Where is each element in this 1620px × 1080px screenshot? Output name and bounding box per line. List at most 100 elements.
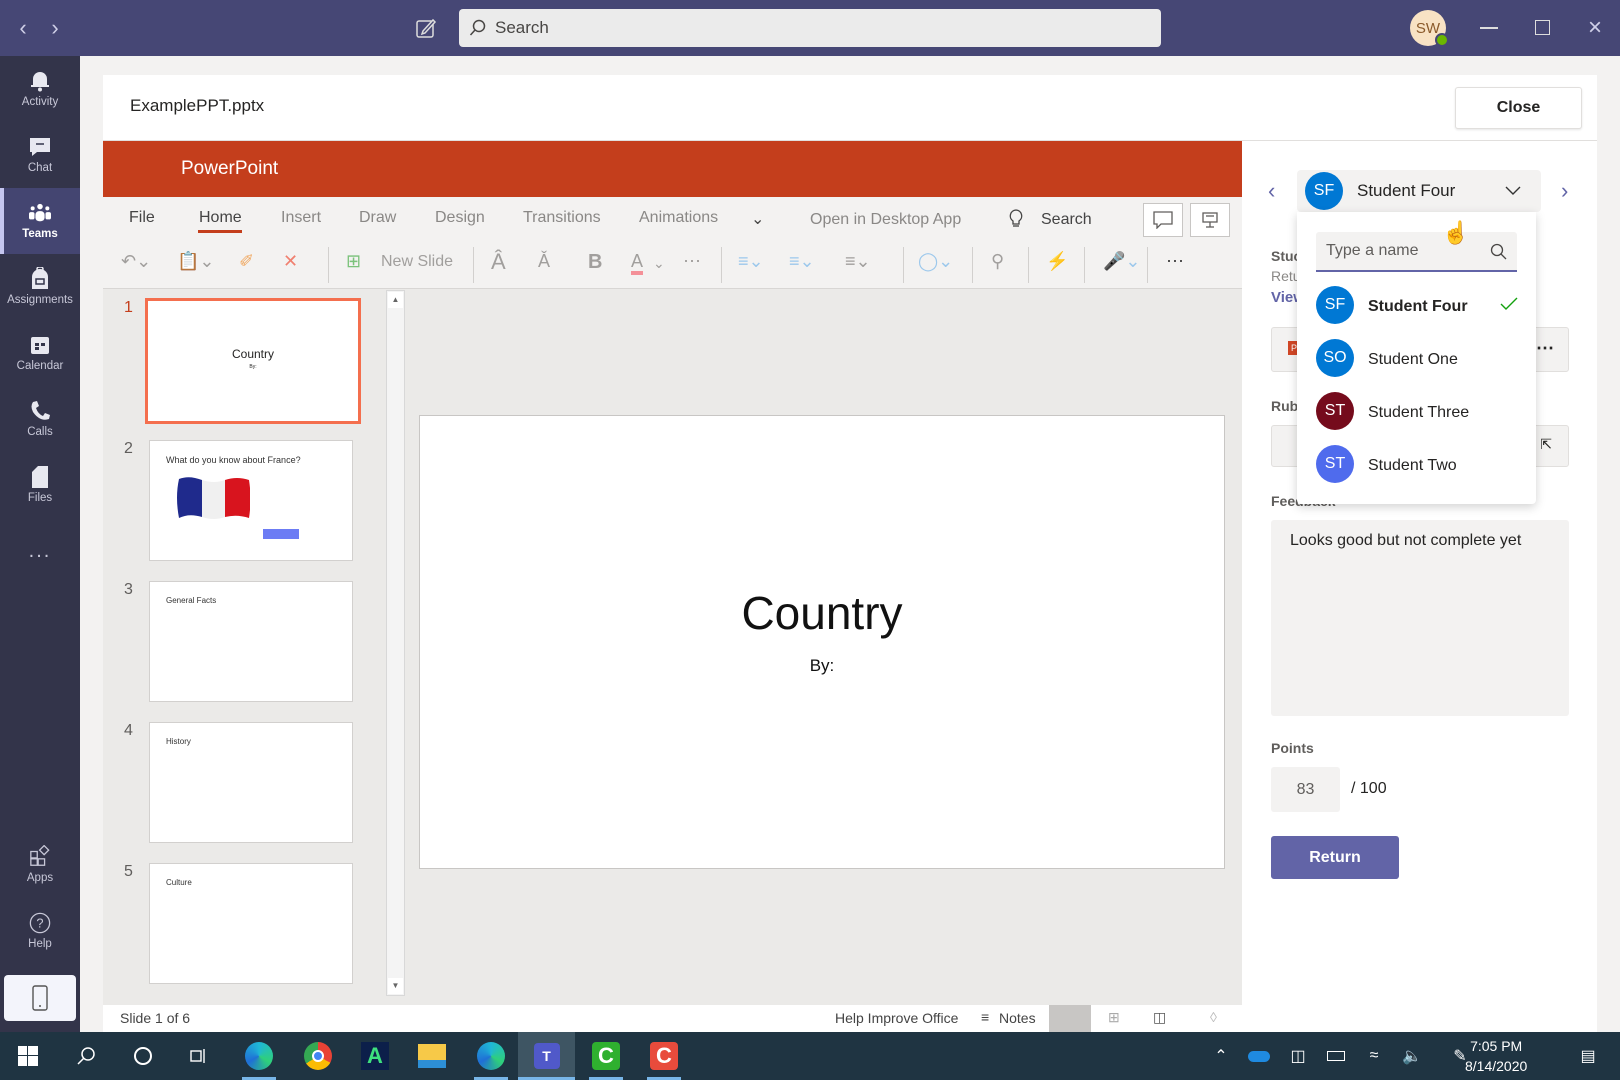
paste-icon[interactable]: 📋⌄: [177, 251, 215, 272]
more-tabs-chevron-icon[interactable]: ⌄: [751, 209, 764, 229]
file-explorer-icon[interactable]: [416, 1040, 448, 1072]
minimize-icon[interactable]: [1480, 27, 1498, 29]
rail-item-apps[interactable]: Apps: [0, 832, 80, 898]
more-options-icon[interactable]: ⋯: [1166, 251, 1184, 272]
onedrive-icon[interactable]: [1243, 1040, 1275, 1072]
rail-item-activity[interactable]: Activity: [0, 56, 80, 122]
scroll-up-icon[interactable]: ▲: [388, 292, 403, 308]
forward-icon[interactable]: ›: [40, 0, 70, 56]
return-button[interactable]: Return: [1271, 836, 1399, 879]
search-input[interactable]: Search: [459, 9, 1161, 47]
next-student-icon[interactable]: ›: [1561, 178, 1568, 204]
increase-font-icon[interactable]: Â: [491, 249, 506, 275]
slide-title[interactable]: Country: [420, 586, 1224, 640]
fit-to-window-icon[interactable]: ◊: [1210, 1009, 1217, 1025]
tab-transitions[interactable]: Transitions: [523, 209, 601, 227]
camtasia-recorder-icon[interactable]: C: [589, 1040, 623, 1080]
windows-start-icon[interactable]: [12, 1040, 44, 1072]
rail-item-help[interactable]: ? Help: [0, 898, 80, 964]
edge-icon[interactable]: [242, 1040, 276, 1080]
slide-thumbnail-2[interactable]: What do you know about France?: [149, 440, 353, 561]
more-font-options-icon[interactable]: ⋯: [683, 251, 701, 272]
close-window-icon[interactable]: ×: [1580, 0, 1610, 56]
slide-sorter-icon[interactable]: ⊞: [1108, 1009, 1120, 1026]
camtasia-icon[interactable]: C: [647, 1040, 681, 1080]
font-color-chevron-icon[interactable]: ⌄: [653, 255, 665, 272]
student-option-student-two[interactable]: ST Student Two: [1316, 445, 1526, 489]
rail-item-assignments[interactable]: Assignments: [0, 254, 80, 320]
tab-draw[interactable]: Draw: [359, 209, 396, 227]
student-selector[interactable]: SF Student Four: [1297, 170, 1541, 212]
slide-subtitle[interactable]: By:: [420, 656, 1224, 676]
sync-icon[interactable]: ◫: [1282, 1040, 1314, 1072]
tab-file[interactable]: File: [129, 209, 155, 227]
tab-insert[interactable]: Insert: [281, 209, 321, 227]
student-option-student-four[interactable]: SF Student Four: [1316, 286, 1526, 330]
rail-item-chat[interactable]: Chat: [0, 122, 80, 188]
dictate-icon[interactable]: 🎤⌄: [1103, 251, 1141, 272]
slide-thumbnail-5[interactable]: Culture: [149, 863, 353, 984]
slide-canvas[interactable]: Country By:: [419, 415, 1225, 869]
tab-animations[interactable]: Animations: [639, 209, 718, 227]
student-option-student-three[interactable]: ST Student Three: [1316, 392, 1526, 436]
reading-view-icon[interactable]: ◫: [1153, 1009, 1166, 1026]
restore-icon[interactable]: [1535, 20, 1550, 35]
rail-item-calls[interactable]: Calls: [0, 386, 80, 452]
cortana-icon[interactable]: [127, 1040, 159, 1072]
normal-view-button[interactable]: [1049, 1005, 1091, 1032]
volume-icon[interactable]: 🔈: [1396, 1040, 1428, 1072]
help-improve-office-link[interactable]: Help Improve Office: [835, 1010, 958, 1026]
show-hidden-icons[interactable]: ⌃: [1205, 1040, 1237, 1072]
mobile-device-button[interactable]: [4, 975, 76, 1021]
teams-taskbar-icon[interactable]: T: [518, 1032, 575, 1080]
wifi-icon[interactable]: ≈: [1358, 1040, 1390, 1072]
close-button[interactable]: Close: [1455, 87, 1582, 129]
taskbar-search-icon[interactable]: [70, 1040, 102, 1072]
battery-icon[interactable]: [1320, 1040, 1352, 1072]
notifications-icon[interactable]: ▤: [1572, 1040, 1604, 1072]
scroll-down-icon[interactable]: ▼: [388, 978, 403, 994]
edge-dev-icon[interactable]: [474, 1040, 508, 1080]
shapes-icon[interactable]: ◯⌄: [918, 251, 953, 272]
expand-icon[interactable]: ⇱: [1540, 436, 1552, 453]
format-painter-icon[interactable]: ✐: [239, 251, 254, 272]
numbering-icon[interactable]: ≡⌄: [789, 251, 815, 272]
notes-button[interactable]: Notes: [999, 1010, 1036, 1026]
slide-thumbnail-3[interactable]: General Facts: [149, 581, 353, 702]
rail-item-files[interactable]: Files: [0, 452, 80, 518]
student-search-input[interactable]: Type a name: [1316, 232, 1517, 272]
find-icon[interactable]: ⚲: [991, 251, 1004, 272]
tab-home[interactable]: Home: [199, 209, 242, 227]
rail-item-calendar[interactable]: Calendar: [0, 320, 80, 386]
tab-design[interactable]: Design: [435, 209, 485, 227]
student-option-student-one[interactable]: SO Student One: [1316, 339, 1526, 383]
system-clock[interactable]: 7:05 PM 8/14/2020: [1465, 1036, 1527, 1076]
thumbnail-scrollbar[interactable]: ▲ ▼: [386, 290, 405, 996]
open-in-desktop-app-link[interactable]: Open in Desktop App: [810, 211, 961, 229]
slide-thumbnail-1[interactable]: Country By:: [145, 298, 361, 424]
undo-icon[interactable]: ↶⌄: [121, 251, 151, 272]
more-apps-icon[interactable]: ...: [0, 518, 80, 584]
rail-item-teams[interactable]: Teams: [0, 188, 80, 254]
designer-icon[interactable]: ⚡: [1046, 251, 1068, 272]
tell-me-search[interactable]: Search: [1041, 211, 1092, 229]
font-color-icon[interactable]: A: [631, 251, 644, 275]
bullets-icon[interactable]: ≡⌄: [738, 251, 764, 272]
feedback-textarea[interactable]: Looks good but not complete yet: [1271, 520, 1569, 716]
chrome-icon[interactable]: [302, 1040, 334, 1072]
comments-button[interactable]: [1143, 203, 1183, 237]
bold-icon[interactable]: B: [588, 251, 602, 274]
align-icon[interactable]: ≡⌄: [845, 251, 871, 272]
slide-thumbnail-4[interactable]: History: [149, 722, 353, 843]
points-input[interactable]: 83: [1271, 767, 1340, 812]
previous-student-icon[interactable]: ‹: [1268, 178, 1275, 204]
new-slide-button[interactable]: New Slide: [381, 253, 453, 271]
delete-icon[interactable]: ✕: [283, 251, 298, 272]
attachment-more-icon[interactable]: ⋯: [1536, 338, 1554, 359]
decrease-font-icon[interactable]: Ǎ: [538, 251, 550, 272]
present-button[interactable]: [1190, 203, 1230, 237]
back-icon[interactable]: ‹: [8, 0, 38, 56]
compose-icon[interactable]: [415, 17, 437, 39]
app-a-icon[interactable]: A: [359, 1040, 391, 1072]
new-slide-icon[interactable]: ⊞: [346, 251, 361, 272]
